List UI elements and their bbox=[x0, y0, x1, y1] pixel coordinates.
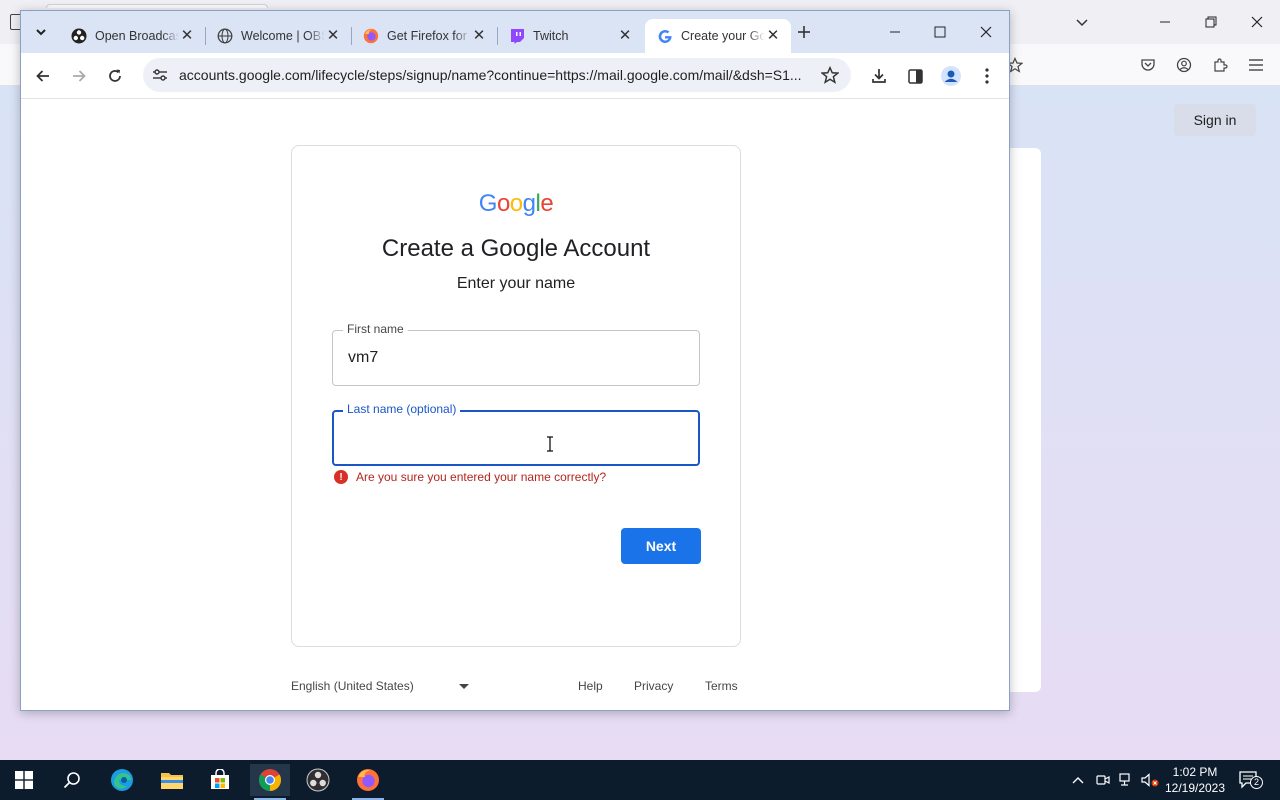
google-logo: Google bbox=[292, 190, 740, 218]
next-button[interactable]: Next bbox=[621, 528, 701, 564]
first-name-label: First name bbox=[343, 322, 408, 336]
start-windows-icon[interactable] bbox=[4, 764, 44, 796]
google-logo-letter: e bbox=[540, 190, 554, 217]
chrome-menu-kebab-icon[interactable] bbox=[976, 65, 998, 87]
google-icon bbox=[657, 28, 673, 44]
close-tab-icon[interactable]: ✕ bbox=[471, 28, 487, 44]
language-selector[interactable]: English (United States) bbox=[291, 679, 414, 693]
first-name-field[interactable]: First name vm7 bbox=[332, 322, 700, 386]
firefox-icon bbox=[363, 28, 379, 44]
hamburger-menu-icon[interactable] bbox=[1245, 54, 1267, 76]
show-hidden-icons-chevron-icon[interactable] bbox=[1070, 770, 1086, 790]
windows-taskbar: 1:02 PM 12/19/2023 2 bbox=[0, 760, 1280, 800]
firefox-tab[interactable] bbox=[46, 4, 268, 8]
google-logo-letter: o bbox=[496, 190, 510, 217]
tab-create-google-account[interactable]: Create your Google Account ✕ bbox=[645, 19, 791, 53]
page-subtitle: Enter your name bbox=[456, 275, 576, 292]
chrome-tab-bar: Open Broadcaster Software ✕ Welcome | OB… bbox=[21, 11, 1009, 53]
tab-title: Open Broadcaster Software bbox=[95, 29, 179, 43]
firefox-restore-button[interactable] bbox=[1199, 10, 1223, 34]
page-content: Google Create a Google Account Enter you… bbox=[21, 99, 1009, 710]
last-name-field[interactable]: Last name (optional) bbox=[332, 402, 700, 466]
minimize-button[interactable] bbox=[881, 19, 909, 45]
forward-arrow-icon[interactable] bbox=[66, 63, 92, 89]
google-logo-letter: g bbox=[522, 190, 536, 217]
pocket-icon[interactable] bbox=[1137, 54, 1159, 76]
sign-in-button[interactable]: Sign in bbox=[1174, 104, 1256, 136]
address-bar[interactable]: accounts.google.com/lifecycle/steps/sign… bbox=[143, 58, 851, 92]
error-text: Are you sure you entered your name corre… bbox=[356, 470, 607, 484]
close-tab-icon[interactable]: ✕ bbox=[617, 28, 633, 44]
firefox-tab-list-chevron-icon[interactable] bbox=[1070, 10, 1094, 34]
new-tab-plus-icon[interactable] bbox=[793, 21, 815, 43]
google-logo-letter: o bbox=[509, 190, 523, 217]
page-title: Create a Google Account bbox=[381, 235, 651, 262]
text-cursor-icon bbox=[547, 436, 553, 452]
last-name-label: Last name (optional) bbox=[343, 402, 461, 416]
profile-avatar-icon[interactable] bbox=[940, 65, 962, 87]
microsoft-store-icon[interactable] bbox=[200, 764, 240, 796]
close-tab-icon[interactable]: ✕ bbox=[765, 28, 781, 44]
tab-title: Twitch bbox=[533, 29, 569, 43]
back-arrow-icon[interactable] bbox=[30, 63, 56, 89]
page-footer: English (United States) Help Privacy Ter… bbox=[291, 679, 741, 699]
notifications-icon[interactable]: 2 bbox=[1236, 770, 1263, 790]
downloads-icon[interactable] bbox=[868, 65, 890, 87]
tab-twitch[interactable]: Twitch ✕ bbox=[497, 19, 643, 53]
close-window-button[interactable] bbox=[972, 19, 1000, 45]
terms-link[interactable]: Terms bbox=[705, 679, 738, 693]
tab-obs-welcome[interactable]: Welcome | OBS ✕ bbox=[205, 19, 351, 53]
help-link[interactable]: Help bbox=[578, 679, 603, 693]
meet-now-icon[interactable] bbox=[1094, 770, 1112, 790]
search-icon[interactable] bbox=[52, 764, 92, 796]
chrome-toolbar: accounts.google.com/lifecycle/steps/sign… bbox=[21, 53, 1009, 99]
network-icon[interactable] bbox=[1118, 770, 1136, 790]
firefox-taskbar-icon[interactable] bbox=[348, 764, 388, 800]
chrome-taskbar-icon[interactable] bbox=[250, 764, 290, 800]
taskbar-clock[interactable]: 1:02 PM 12/19/2023 bbox=[1160, 764, 1230, 796]
tab-title: Create your Google Account bbox=[681, 29, 765, 43]
reload-icon[interactable] bbox=[102, 63, 128, 89]
privacy-link[interactable]: Privacy bbox=[634, 679, 673, 693]
globe-icon bbox=[217, 28, 233, 44]
google-logo-letter: G bbox=[478, 190, 498, 217]
name-error-message: ! Are you sure you entered your name cor… bbox=[334, 470, 606, 484]
tab-obs[interactable]: Open Broadcaster Software ✕ bbox=[59, 19, 205, 53]
file-explorer-icon[interactable] bbox=[152, 764, 192, 796]
first-name-value[interactable]: vm7 bbox=[348, 349, 378, 367]
signup-card: Google Create a Google Account Enter you… bbox=[291, 145, 741, 647]
obs-icon bbox=[71, 28, 87, 44]
close-tab-icon[interactable]: ✕ bbox=[179, 28, 195, 44]
tab-get-firefox[interactable]: Get Firefox for desktop ✕ bbox=[351, 19, 497, 53]
chrome-window: Open Broadcaster Software ✕ Welcome | OB… bbox=[20, 10, 1010, 711]
site-info-tune-icon[interactable] bbox=[149, 64, 171, 86]
bookmark-star-icon[interactable] bbox=[819, 64, 841, 86]
volume-muted-icon[interactable] bbox=[1140, 770, 1160, 790]
tab-search-chevron-icon[interactable] bbox=[30, 21, 52, 43]
language-dropdown-caret-icon[interactable] bbox=[459, 684, 469, 689]
firefox-page-card bbox=[1009, 148, 1041, 692]
account-icon[interactable] bbox=[1173, 54, 1195, 76]
firefox-minimize-button[interactable] bbox=[1153, 10, 1177, 34]
maximize-button[interactable] bbox=[926, 19, 954, 45]
clock-time: 1:02 PM bbox=[1172, 765, 1218, 779]
tab-title: Get Firefox for desktop bbox=[387, 29, 471, 43]
firefox-close-button[interactable] bbox=[1245, 10, 1269, 34]
notification-count-badge: 2 bbox=[1250, 776, 1263, 789]
close-tab-icon[interactable]: ✕ bbox=[325, 28, 341, 44]
twitch-icon bbox=[509, 28, 525, 44]
extensions-icon[interactable] bbox=[1209, 54, 1231, 76]
side-panel-icon[interactable] bbox=[904, 65, 926, 87]
clock-date: 12/19/2023 bbox=[1164, 781, 1226, 795]
edge-icon[interactable] bbox=[102, 764, 142, 796]
error-alert-icon: ! bbox=[334, 470, 348, 484]
tab-title: Welcome | OBS bbox=[241, 29, 325, 43]
url-text[interactable]: accounts.google.com/lifecycle/steps/sign… bbox=[179, 67, 813, 83]
obs-taskbar-icon[interactable] bbox=[298, 764, 338, 796]
